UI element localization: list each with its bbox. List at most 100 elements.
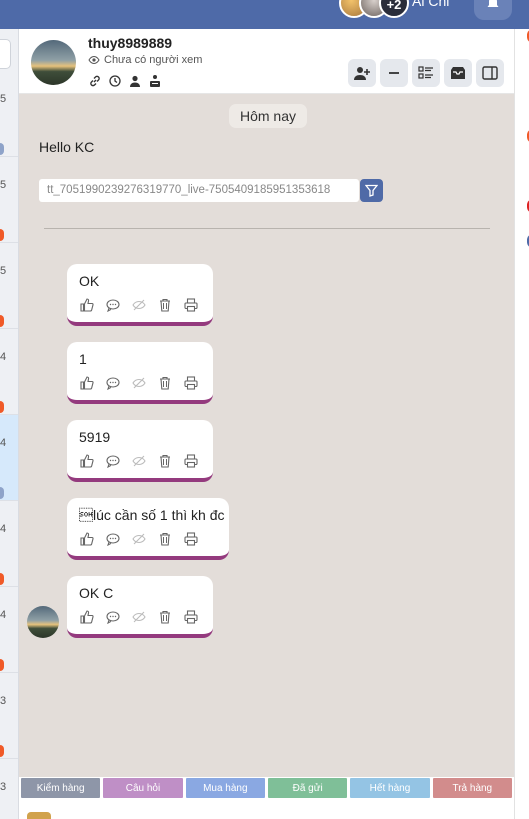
link-icon[interactable] xyxy=(88,74,102,88)
top-app-bar: +2 Ai Chi xyxy=(0,0,529,29)
trash-icon[interactable] xyxy=(158,532,172,546)
list-view-button[interactable] xyxy=(412,59,440,87)
seen-status-text: Chưa có người xem xyxy=(104,54,203,66)
sticker-button[interactable] xyxy=(27,812,51,819)
comment-icon[interactable] xyxy=(106,376,120,390)
message-actions xyxy=(80,298,198,312)
status-dot xyxy=(0,315,4,327)
print-icon[interactable] xyxy=(184,610,198,624)
tag-cau-hoi[interactable]: Câu hỏi xyxy=(103,778,183,798)
trash-icon[interactable] xyxy=(158,610,172,624)
list-item-count: 3 xyxy=(0,695,7,707)
comment-icon[interactable] xyxy=(106,454,120,468)
list-item-count: 5 xyxy=(0,179,7,191)
like-icon[interactable] xyxy=(80,610,94,624)
conversation-search-input[interactable] xyxy=(0,39,11,69)
message-actions xyxy=(80,532,198,546)
list-item[interactable]: 3 xyxy=(0,759,18,819)
header-actions xyxy=(348,59,504,87)
trash-icon[interactable] xyxy=(158,298,172,312)
trash-icon[interactable] xyxy=(158,454,172,468)
list-item[interactable]: 5 xyxy=(0,71,18,157)
status-dot xyxy=(0,229,4,241)
seen-status: Chưa có người xem xyxy=(88,54,202,66)
print-icon[interactable] xyxy=(184,298,198,312)
status-dot xyxy=(0,745,4,757)
print-icon[interactable] xyxy=(184,532,198,546)
hide-icon[interactable] xyxy=(132,532,146,546)
add-user-button[interactable] xyxy=(348,59,376,87)
conversation-list[interactable]: 5 5 5 4 4 4 4 3 3 xyxy=(0,29,19,819)
tag-mua-hang[interactable]: Mua hàng xyxy=(185,778,265,798)
list-item-count: 5 xyxy=(0,265,7,277)
list-item-count: 4 xyxy=(0,609,7,621)
list-item-selected[interactable]: 4 xyxy=(0,415,18,501)
status-dot xyxy=(0,487,4,499)
filter-icon xyxy=(365,184,378,197)
hide-icon[interactable] xyxy=(132,298,146,312)
print-icon[interactable] xyxy=(184,376,198,390)
message-bubble[interactable]: OK C xyxy=(67,576,213,638)
right-panel-edge xyxy=(514,29,529,819)
notification-button[interactable] xyxy=(474,0,512,20)
add-user-icon xyxy=(354,67,370,80)
minimize-button[interactable] xyxy=(380,59,408,87)
list-item-count: 3 xyxy=(0,781,7,793)
message-bubble[interactable]: OK xyxy=(67,264,213,326)
filter-button[interactable] xyxy=(360,179,383,202)
chat-messages-area[interactable]: Hôm nay Hello KC tt_7051990239276319770_… xyxy=(19,94,514,777)
person-icon[interactable] xyxy=(128,74,142,88)
hide-icon[interactable] xyxy=(132,454,146,468)
list-icon xyxy=(418,66,433,79)
list-item-count: 4 xyxy=(0,437,7,449)
team-avatars[interactable]: +2 xyxy=(339,0,409,18)
status-dot xyxy=(0,659,4,671)
inbox-button[interactable] xyxy=(444,59,472,87)
list-item[interactable]: 4 xyxy=(0,329,18,415)
toggle-sidebar-button[interactable] xyxy=(476,59,504,87)
hide-icon[interactable] xyxy=(132,610,146,624)
message-text: lúc cần số 1 thì kh đc xyxy=(79,507,225,523)
customer-avatar[interactable] xyxy=(31,40,76,85)
tag-da-gui[interactable]: Đã gửi xyxy=(267,778,348,798)
chat-screen: +2 Ai Chi 5 5 5 4 4 4 4 3 3 thuy8989889 … xyxy=(0,0,529,819)
history-icon[interactable] xyxy=(108,74,122,88)
divider xyxy=(44,228,490,229)
live-source-id[interactable]: tt_7051990239276319770_live-750540918595… xyxy=(39,179,359,202)
minus-icon xyxy=(389,72,399,74)
message-bubble[interactable]: lúc cần số 1 thì kh đc xyxy=(67,498,229,560)
message-text: 1 xyxy=(79,351,87,367)
print-icon[interactable] xyxy=(184,454,198,468)
message-actions xyxy=(80,454,198,468)
message-bubble[interactable]: 5919 xyxy=(67,420,213,482)
comment-icon[interactable] xyxy=(106,298,120,312)
customer-username[interactable]: thuy8989889 xyxy=(88,35,172,51)
list-item[interactable]: 3 xyxy=(0,673,18,759)
printer-person-icon[interactable] xyxy=(148,74,162,88)
list-item[interactable]: 5 xyxy=(0,243,18,329)
like-icon[interactable] xyxy=(80,376,94,390)
message-actions xyxy=(80,610,198,624)
like-icon[interactable] xyxy=(80,298,94,312)
message-actions xyxy=(80,376,198,390)
hide-icon[interactable] xyxy=(132,376,146,390)
chat-header: thuy8989889 Chưa có người xem xyxy=(19,29,514,94)
list-item[interactable]: 5 xyxy=(0,157,18,243)
trash-icon[interactable] xyxy=(158,376,172,390)
list-item[interactable]: 4 xyxy=(0,587,18,673)
like-icon[interactable] xyxy=(80,454,94,468)
comment-icon[interactable] xyxy=(106,532,120,546)
status-dot xyxy=(0,573,4,585)
message-text: OK xyxy=(79,273,100,289)
agent-name[interactable]: Ai Chi xyxy=(412,0,449,9)
comment-icon[interactable] xyxy=(106,610,120,624)
tag-kiem-hang[interactable]: Kiểm hàng xyxy=(21,778,101,798)
date-separator: Hôm nay xyxy=(229,104,307,128)
eye-icon xyxy=(88,55,100,65)
list-item[interactable]: 4 xyxy=(0,501,18,587)
like-icon[interactable] xyxy=(80,532,94,546)
message-bubble[interactable]: 1 xyxy=(67,342,213,404)
tag-het-hang[interactable]: Hết hàng xyxy=(350,778,430,798)
tag-tra-hang[interactable]: Trả hàng xyxy=(432,778,512,798)
status-dot xyxy=(0,401,4,413)
